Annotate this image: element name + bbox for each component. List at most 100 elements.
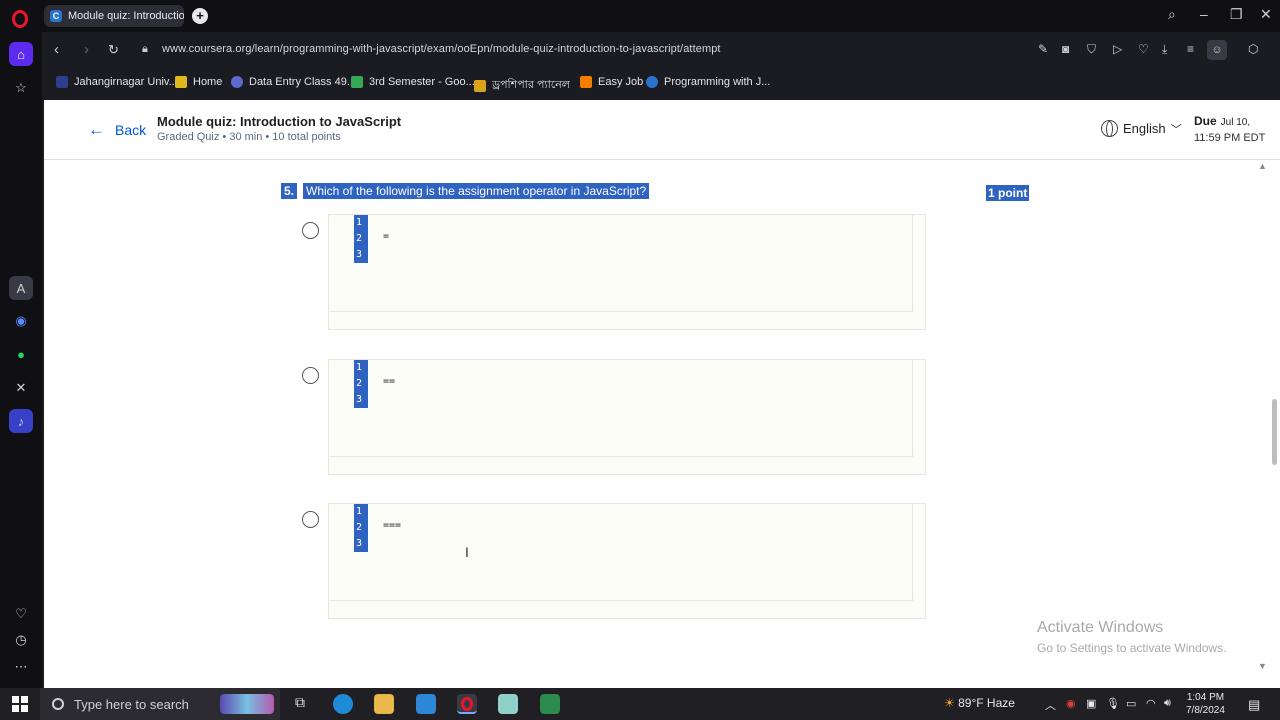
download-icon[interactable]: ⤓ <box>1162 42 1167 57</box>
edit-icon[interactable]: ✎ <box>1038 42 1048 56</box>
radio-button[interactable] <box>302 367 319 384</box>
bookmark-item[interactable]: 3rd Semester - Goo... <box>351 76 475 88</box>
edge-icon[interactable] <box>333 694 353 714</box>
volume-icon[interactable]: 🔊︎ <box>1164 697 1171 710</box>
history-icon[interactable]: ◷ <box>9 628 33 652</box>
notepad-icon[interactable] <box>498 694 518 714</box>
bookmark-label: Data Entry Class 49... <box>249 76 356 88</box>
language-selector[interactable]: English ﹀ <box>1101 120 1182 137</box>
close-icon[interactable]: ✕ <box>1260 6 1272 23</box>
camera-icon[interactable]: ◙ <box>1062 42 1069 56</box>
bookmark-item[interactable]: Jahangirnagar Univ... <box>56 76 178 88</box>
windows-start-icon[interactable] <box>12 696 28 712</box>
messenger-icon[interactable]: ◉ <box>9 309 33 333</box>
chevron-up-icon[interactable]: ︿ <box>1045 697 1056 713</box>
star-icon[interactable]: ☆ <box>9 76 33 100</box>
back-nav-icon[interactable]: ‹ <box>54 41 59 58</box>
browser-sidebar: ⌂ ☆ A ◉ ● ✕ ♪ ♡ ◷ ⋯ <box>0 0 42 688</box>
line-number: 3 <box>356 538 363 549</box>
music-player-icon[interactable]: ♪ <box>9 409 33 433</box>
heart-bookmark-icon[interactable]: ♡ <box>1138 42 1149 56</box>
due-date: Jul 10, <box>1220 117 1251 128</box>
radio-button[interactable] <box>302 511 319 528</box>
new-tab-plus-icon[interactable]: + <box>192 8 208 24</box>
search-highlight-icon[interactable] <box>220 694 274 714</box>
drive-icon <box>351 76 363 88</box>
quiz-header: ← Back Module quiz: Introduction to Java… <box>44 100 1280 160</box>
bookmark-label: ড্রপশিপার প্যানেল <box>492 79 570 91</box>
more-icon[interactable]: ⋯ <box>9 655 33 679</box>
bookmark-label: Easy Job <box>598 76 644 88</box>
windows-taskbar: Type here to search ⧉ ☀ 89°F Haze ︿ ◉ ▣ … <box>0 688 1280 720</box>
heart-icon[interactable]: ♡ <box>9 602 33 626</box>
whatsapp-icon[interactable]: ● <box>9 342 33 366</box>
tab-module-quiz[interactable]: C Module quiz: Introduction <box>44 5 184 27</box>
language-label: English <box>1123 121 1166 136</box>
x-twitter-icon[interactable]: ✕ <box>9 376 33 400</box>
home-icon <box>175 76 187 88</box>
shield-icon[interactable]: ⛉ <box>1087 42 1096 57</box>
bookmark-item[interactable]: ড্রপশিপার প্যানেল <box>474 76 570 95</box>
code-text: === <box>383 520 402 531</box>
minimize-icon[interactable]: – <box>1200 6 1208 22</box>
system-clock[interactable]: 1:04 PM 7/8/2024 <box>1186 691 1225 717</box>
line-number-gutter: 1 2 3 <box>354 360 368 408</box>
code-text: = <box>383 231 390 242</box>
opera-logo-icon[interactable] <box>12 10 28 28</box>
scroll-down-icon[interactable]: ▼ <box>1258 661 1267 671</box>
radio-button[interactable] <box>302 222 319 239</box>
address-bar-row: ‹ › ↻ 🔒︎ www.coursera.org/learn/programm… <box>42 32 1280 68</box>
opera-taskbar-icon[interactable] <box>457 694 477 714</box>
forward-nav-icon[interactable]: › <box>84 41 89 58</box>
activate-windows-subtitle: Go to Settings to activate Windows. <box>1037 641 1227 655</box>
arrow-left-icon: ← <box>88 120 105 139</box>
tab-title: Module quiz: Introduction <box>68 10 184 22</box>
url-input[interactable]: www.coursera.org/learn/programming-with-… <box>162 43 721 55</box>
app-icon[interactable] <box>540 694 560 714</box>
bookmark-label: 3rd Semester - Goo... <box>369 76 475 88</box>
profile-icon[interactable]: ☺ <box>1207 40 1227 60</box>
quiz-meta: Graded Quiz • 30 min • 10 total points <box>157 131 341 143</box>
chevron-down-icon: ﹀ <box>1170 123 1182 136</box>
play-icon[interactable]: ▷ <box>1113 42 1122 56</box>
restore-icon[interactable]: ❐ <box>1230 6 1243 23</box>
line-number: 1 <box>356 506 363 517</box>
bookmark-item[interactable]: Programming with J... <box>646 76 770 88</box>
drop-icon <box>474 79 486 92</box>
file-explorer-icon[interactable] <box>374 694 394 714</box>
microphone-icon[interactable]: 🎙︎ <box>1106 697 1120 710</box>
task-view-icon[interactable]: ⧉ <box>290 694 310 714</box>
wifi-icon[interactable]: ◠ <box>1146 697 1156 710</box>
back-button[interactable]: ← Back <box>88 120 146 140</box>
code-block: 1 2 3 == <box>328 359 926 475</box>
extensions-cube-icon[interactable]: ⬡ <box>1248 42 1258 56</box>
scroll-up-icon[interactable]: ▲ <box>1258 161 1267 171</box>
bookmark-label: Jahangirnagar Univ... <box>74 76 178 88</box>
weather-icon: ☀ <box>944 696 955 710</box>
menu-icon[interactable]: ≡ <box>1187 42 1194 56</box>
bookmark-item[interactable]: Easy Job <box>580 76 643 88</box>
scrollbar-thumb[interactable] <box>1272 399 1277 465</box>
aria-icon[interactable]: A <box>9 276 33 300</box>
reload-icon[interactable]: ↻ <box>108 42 119 58</box>
code-editor-area: 1 2 3 == <box>329 360 913 457</box>
search-tabs-icon[interactable]: ⌕ <box>1168 6 1176 23</box>
record-icon[interactable]: ◉ <box>1066 697 1076 710</box>
home-icon[interactable]: ⌂ <box>9 42 33 66</box>
due-time: 11:59 PM EDT <box>1194 132 1266 144</box>
bookmark-item[interactable]: Data Entry Class 49... <box>231 76 356 88</box>
tab-bar: C Module quiz: Introduction + ⌕ – ❐ ✕ <box>42 0 1280 32</box>
notification-icon[interactable]: ▤ <box>1248 697 1260 713</box>
bookmark-label: Programming with J... <box>664 76 771 88</box>
mail-icon[interactable] <box>416 694 436 714</box>
university-icon <box>56 76 68 88</box>
meet-icon[interactable]: ▣ <box>1086 697 1096 710</box>
weather-widget[interactable]: ☀ 89°F Haze <box>944 696 1015 710</box>
line-number-gutter: 1 2 3 <box>354 504 368 552</box>
code-editor-area: 1 2 3 = <box>329 215 913 312</box>
line-number-gutter: 1 2 3 <box>354 215 368 263</box>
search-placeholder: Type here to search <box>74 696 189 712</box>
battery-icon[interactable]: ▭ <box>1126 697 1136 710</box>
bookmark-item[interactable]: Home <box>175 76 222 88</box>
globe-icon <box>1101 120 1118 137</box>
